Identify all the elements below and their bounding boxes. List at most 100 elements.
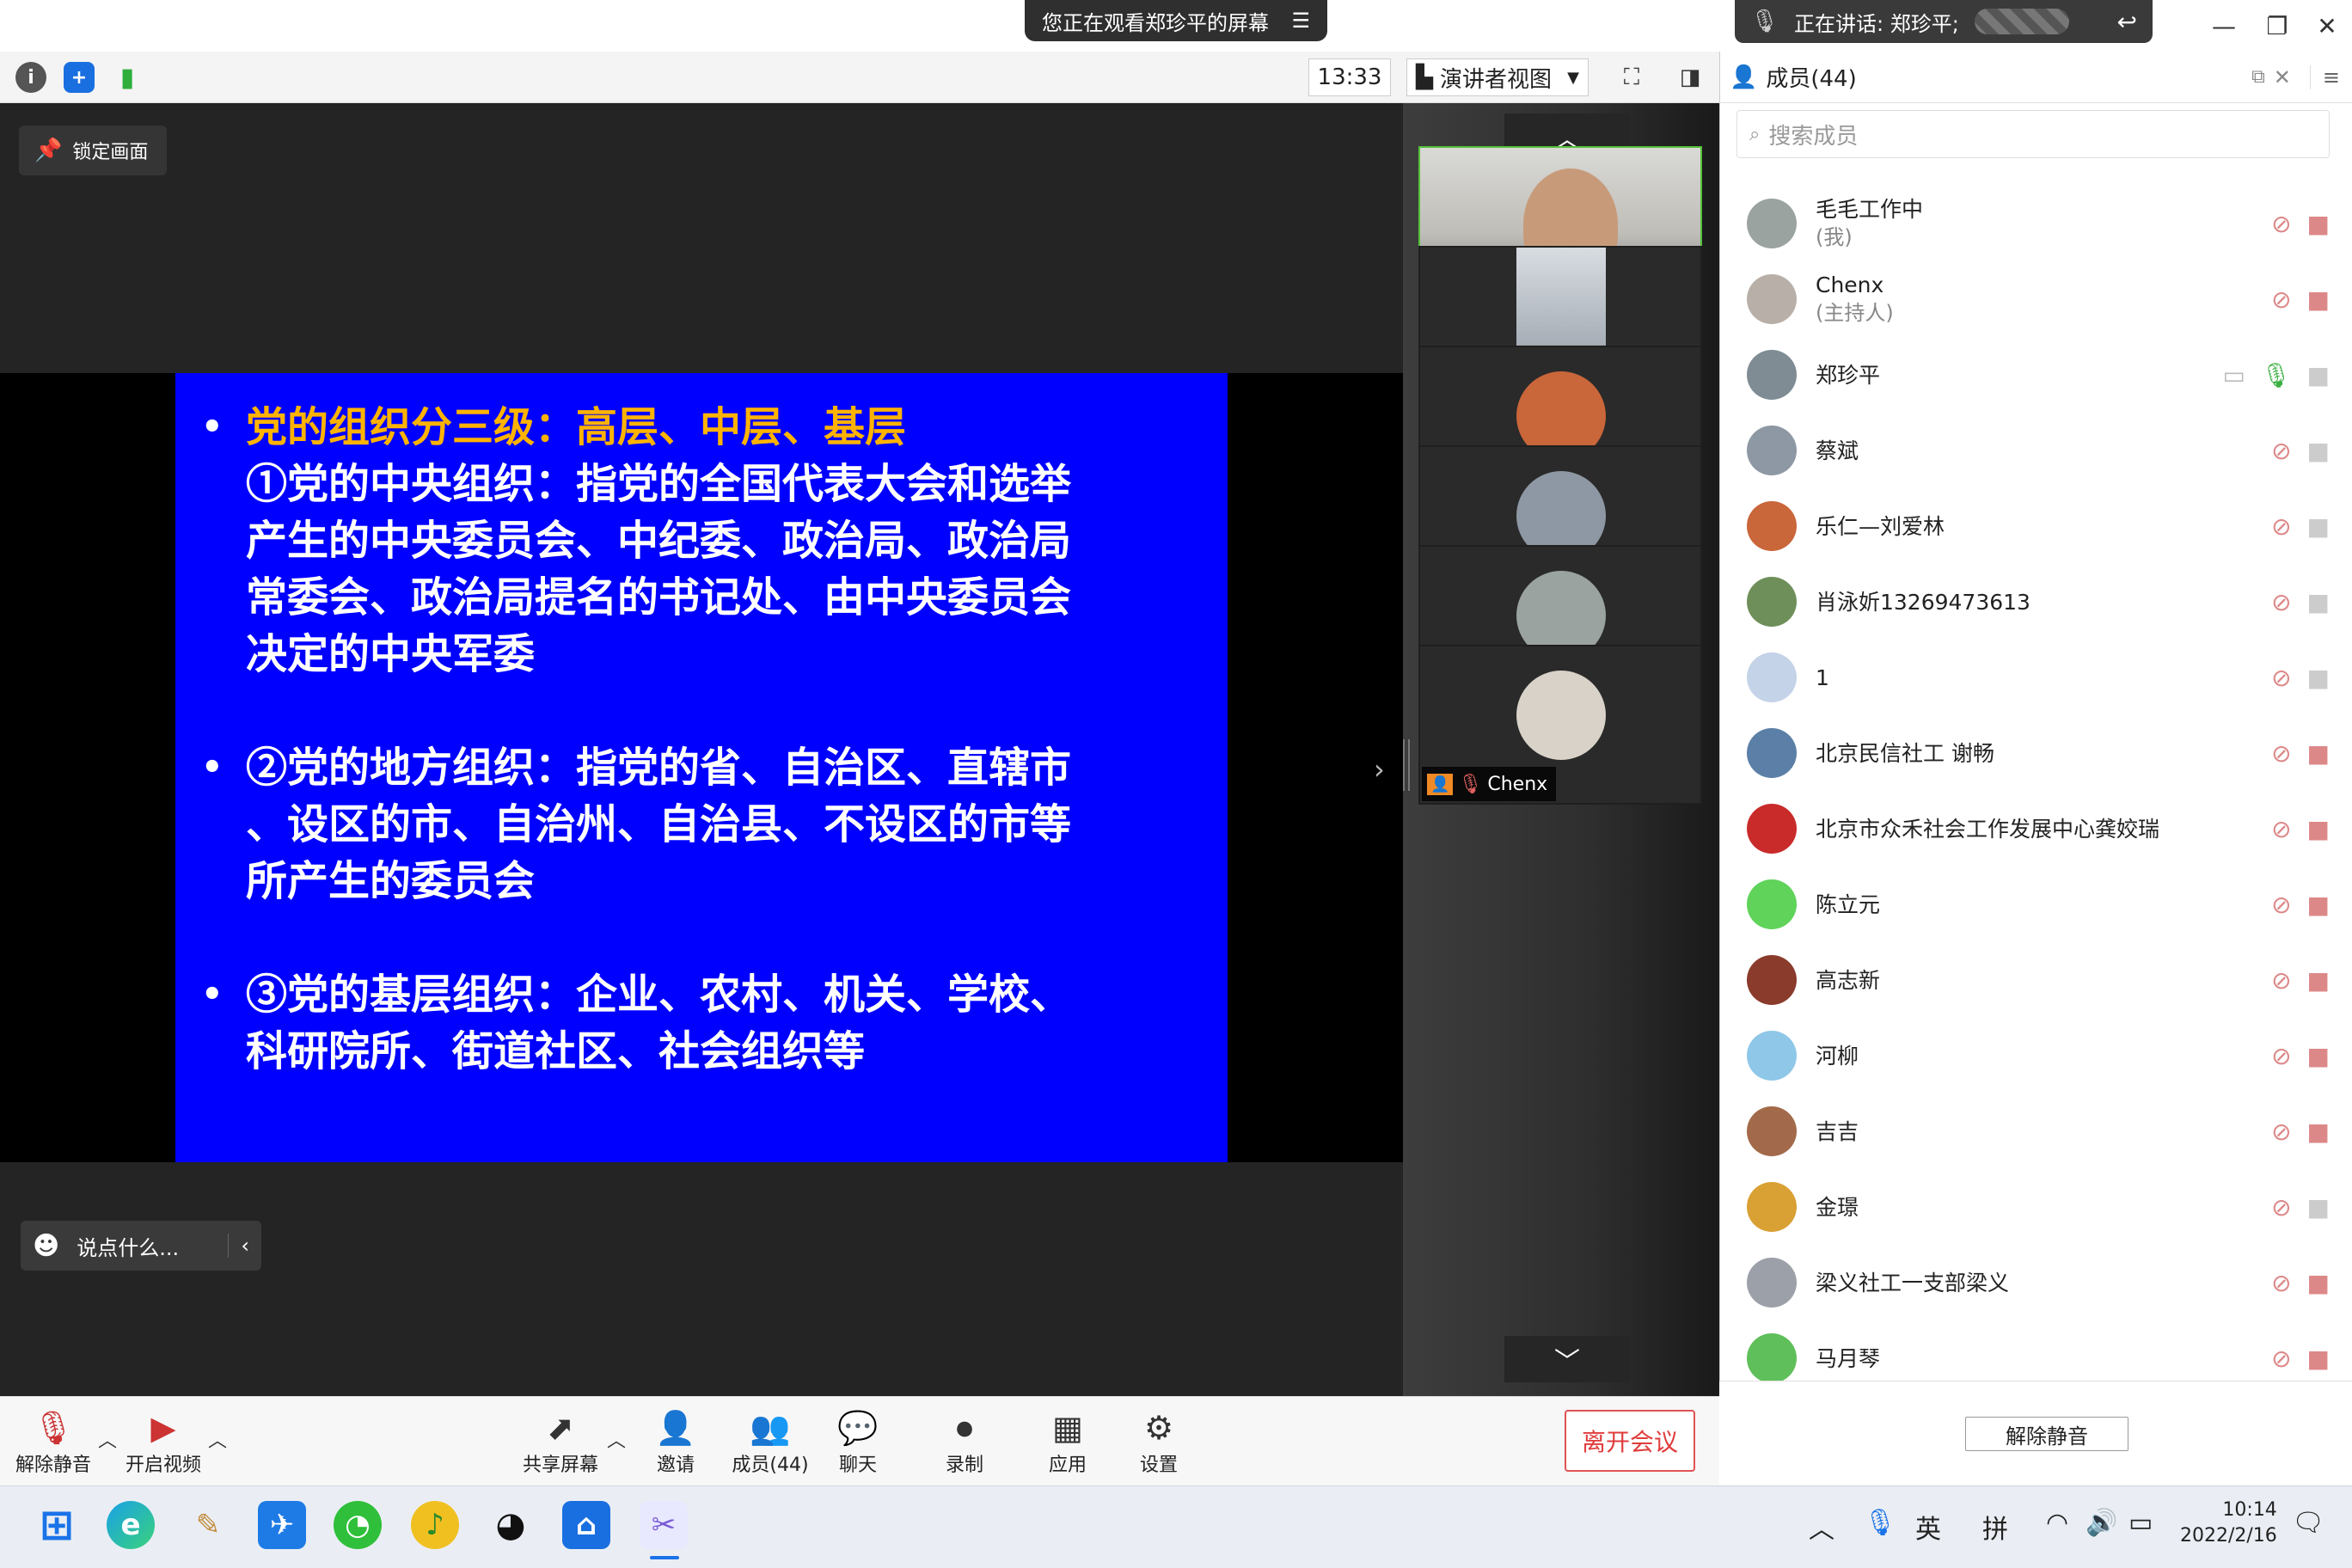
mic-muted-icon: ⊘ — [2271, 966, 2292, 995]
video-tile[interactable]: 👤 🎙 Chenx — [1418, 645, 1702, 805]
slide-line: 、设区的市、自治州、自治县、不设区的市等 — [246, 800, 1072, 848]
camera-off-icon: ■ — [2306, 739, 2330, 768]
layout-panel-icon[interactable]: ◨ — [1673, 60, 1707, 95]
camera-off-icon: ■ — [2306, 1118, 2330, 1146]
camera-off-icon: ■ — [2306, 966, 2330, 995]
member-row[interactable]: 北京民信社工 谢畅 ⊘ ■ — [1719, 715, 2352, 791]
member-row[interactable]: 吉吉 ⊘ ■ — [1719, 1093, 2352, 1169]
member-name: 马月琴 — [1816, 1345, 1881, 1371]
viewing-screen-banner[interactable]: 您正在观看郑珍平的屏幕 ☰ — [1025, 0, 1327, 41]
volume-icon[interactable]: 🔊 — [2086, 1508, 2117, 1538]
lock-view-label: 锁定画面 — [72, 142, 149, 163]
chevron-up-icon[interactable]: ︿ — [1809, 1508, 1834, 1546]
member-info: Chenx (主持人) — [1816, 271, 1894, 328]
chevron-left-icon[interactable]: ‹ — [228, 1234, 249, 1258]
popout-icon[interactable]: ⧉ — [2251, 66, 2265, 88]
minimize-icon[interactable]: — — [2197, 0, 2251, 52]
member-row[interactable]: 毛毛工作中 (我) ⊘ ■ — [1719, 186, 2352, 261]
mic-muted-icon: ⊘ — [2271, 664, 2292, 692]
menu-icon[interactable]: ☰ — [1291, 9, 1310, 33]
more-menu-icon[interactable]: ≡ — [2309, 64, 2352, 89]
member-row[interactable]: 梁义社工一支部梁义 ⊘ ■ — [1719, 1245, 2352, 1320]
member-status-icons: ⊘ ■ — [2271, 512, 2330, 541]
share-screen-button[interactable]: ⬈ 共享屏幕 — [521, 1406, 600, 1479]
member-row[interactable]: 乐仁—刘爱林 ⊘ ■ — [1719, 488, 2352, 564]
strip-resize-handle[interactable] — [1403, 739, 1410, 791]
pin-icon: 📌 — [34, 138, 63, 163]
member-info: 梁义社工一支部梁义 — [1816, 1269, 2009, 1297]
pencil-app-icon[interactable]: ✎ — [184, 1501, 232, 1549]
member-row[interactable]: 1 ⊘ ■ — [1719, 640, 2352, 715]
view-mode-dropdown[interactable]: ▙ 演讲者视图 ▼ — [1406, 58, 1589, 96]
battery-icon[interactable]: ▭ — [2128, 1508, 2153, 1538]
speaker-view-icon: ▙ — [1416, 64, 1433, 90]
member-role: (主持人) — [1816, 301, 1894, 325]
qq-penguin-icon[interactable]: ◕ — [487, 1501, 535, 1549]
shield-icon[interactable]: + — [64, 62, 95, 93]
ime-language[interactable]: 英 — [1915, 1508, 1941, 1546]
invite-button[interactable]: 👤 邀请 — [636, 1406, 715, 1479]
chat-button[interactable]: 💬 聊天 — [818, 1406, 897, 1479]
record-button[interactable]: ⏺ 录制 — [925, 1406, 1004, 1479]
member-info: 蔡斌 — [1816, 437, 1859, 465]
member-row[interactable]: 高志新 ⊘ ■ — [1719, 942, 2352, 1018]
wechat-icon[interactable]: ◔ — [334, 1501, 382, 1549]
member-row[interactable]: 河柳 ⊘ ■ — [1719, 1018, 2352, 1093]
audio-options-caret[interactable]: ︿ — [98, 1425, 117, 1453]
system-time: 10:14 — [2222, 1499, 2277, 1521]
video-options-caret[interactable]: ︿ — [208, 1425, 227, 1453]
snipping-tool-icon[interactable]: ✂ — [640, 1501, 688, 1549]
settings-button[interactable]: ⚙ 设置 — [1119, 1406, 1198, 1479]
system-date: 2022/2/16 — [2180, 1525, 2277, 1547]
member-row[interactable]: Chenx (主持人) ⊘ ■ — [1719, 261, 2352, 337]
scroll-down-button[interactable]: ﹀ — [1504, 1336, 1630, 1382]
emoji-icon[interactable]: ☻ — [33, 1231, 59, 1261]
member-row[interactable]: 金璟 ⊘ ■ — [1719, 1169, 2352, 1245]
member-row[interactable]: 蔡斌 ⊘ ■ — [1719, 413, 2352, 488]
unmute-all-button[interactable]: 解除静音 — [1965, 1417, 2128, 1451]
music-app-icon[interactable]: ♪ — [411, 1501, 459, 1549]
apps-button[interactable]: ▦ 应用 — [1028, 1406, 1107, 1479]
restore-icon[interactable]: ❐ — [2251, 0, 2304, 52]
member-name: 乐仁—刘爱林 — [1816, 513, 1945, 539]
microphone-icon[interactable]: 🎙 — [1864, 1508, 1896, 1538]
member-avatar — [1747, 652, 1797, 702]
slide-line: ①党的中央组织：指党的全国代表大会和选举 — [246, 460, 1072, 508]
share-options-caret[interactable]: ︿ — [607, 1425, 626, 1453]
fullscreen-icon[interactable]: ⛶ — [1614, 60, 1649, 95]
lock-view-button[interactable]: 📌 锁定画面 — [19, 126, 167, 175]
unmute-button[interactable]: 🎙 解除静音 — [14, 1406, 93, 1479]
ime-mode[interactable]: 拼 — [1982, 1508, 2008, 1546]
close-icon[interactable]: ✕ — [2300, 0, 2352, 52]
close-panel-icon[interactable]: ✕ — [2274, 65, 2291, 89]
feishu-app-icon[interactable]: ✈ — [258, 1501, 306, 1549]
member-row[interactable]: 肖泳妡13269473613 ⊘ ■ — [1719, 564, 2352, 640]
mic-icon: 🎙 — [2260, 361, 2292, 389]
info-icon[interactable]: i — [15, 62, 46, 93]
quick-chat-box[interactable]: ☻ 说点什么... ‹ — [21, 1221, 261, 1271]
members-icon: 👥 — [750, 1409, 791, 1447]
slide-line: 所产生的委员会 — [246, 857, 536, 905]
leave-meeting-button[interactable]: 离开会议 — [1565, 1410, 1695, 1472]
member-row[interactable]: 北京市众禾社会工作发展中心龚姣瑞 ⊘ ■ — [1719, 791, 2352, 867]
windows-start-icon[interactable]: ⊞ — [33, 1501, 81, 1549]
notification-icon[interactable]: 🗨 — [2292, 1508, 2324, 1538]
tencent-meeting-icon[interactable]: ⌂ — [562, 1501, 610, 1549]
start-video-button[interactable]: ▶ 开启视频 — [122, 1406, 205, 1479]
member-row[interactable]: 马月琴 ⊘ ■ — [1719, 1320, 2352, 1381]
member-avatar — [1747, 1106, 1797, 1156]
signal-icon[interactable]: ▮ — [112, 62, 143, 93]
member-row[interactable]: 陈立元 ⊘ ■ — [1719, 867, 2352, 942]
member-role: (我) — [1816, 225, 1853, 249]
edge-browser-icon[interactable]: e — [107, 1501, 155, 1549]
system-clock[interactable]: 10:14 2022/2/16 — [2180, 1498, 2277, 1549]
member-search-input[interactable]: ⌕ 搜索成员 — [1736, 110, 2330, 158]
chevron-right-icon[interactable]: › — [1374, 753, 1385, 786]
wifi-icon[interactable]: ◠ — [2046, 1508, 2068, 1538]
slide-line: 决定的中央军委 — [246, 630, 536, 678]
reply-icon[interactable]: ↩ — [2117, 8, 2137, 36]
member-row[interactable]: 郑珍平 ▭ 🎙 ■ — [1719, 337, 2352, 413]
camera-off-icon: ■ — [2306, 285, 2330, 314]
member-name: 肖泳妡13269473613 — [1816, 589, 2030, 615]
members-button[interactable]: 👥 成员(44) — [727, 1406, 813, 1479]
